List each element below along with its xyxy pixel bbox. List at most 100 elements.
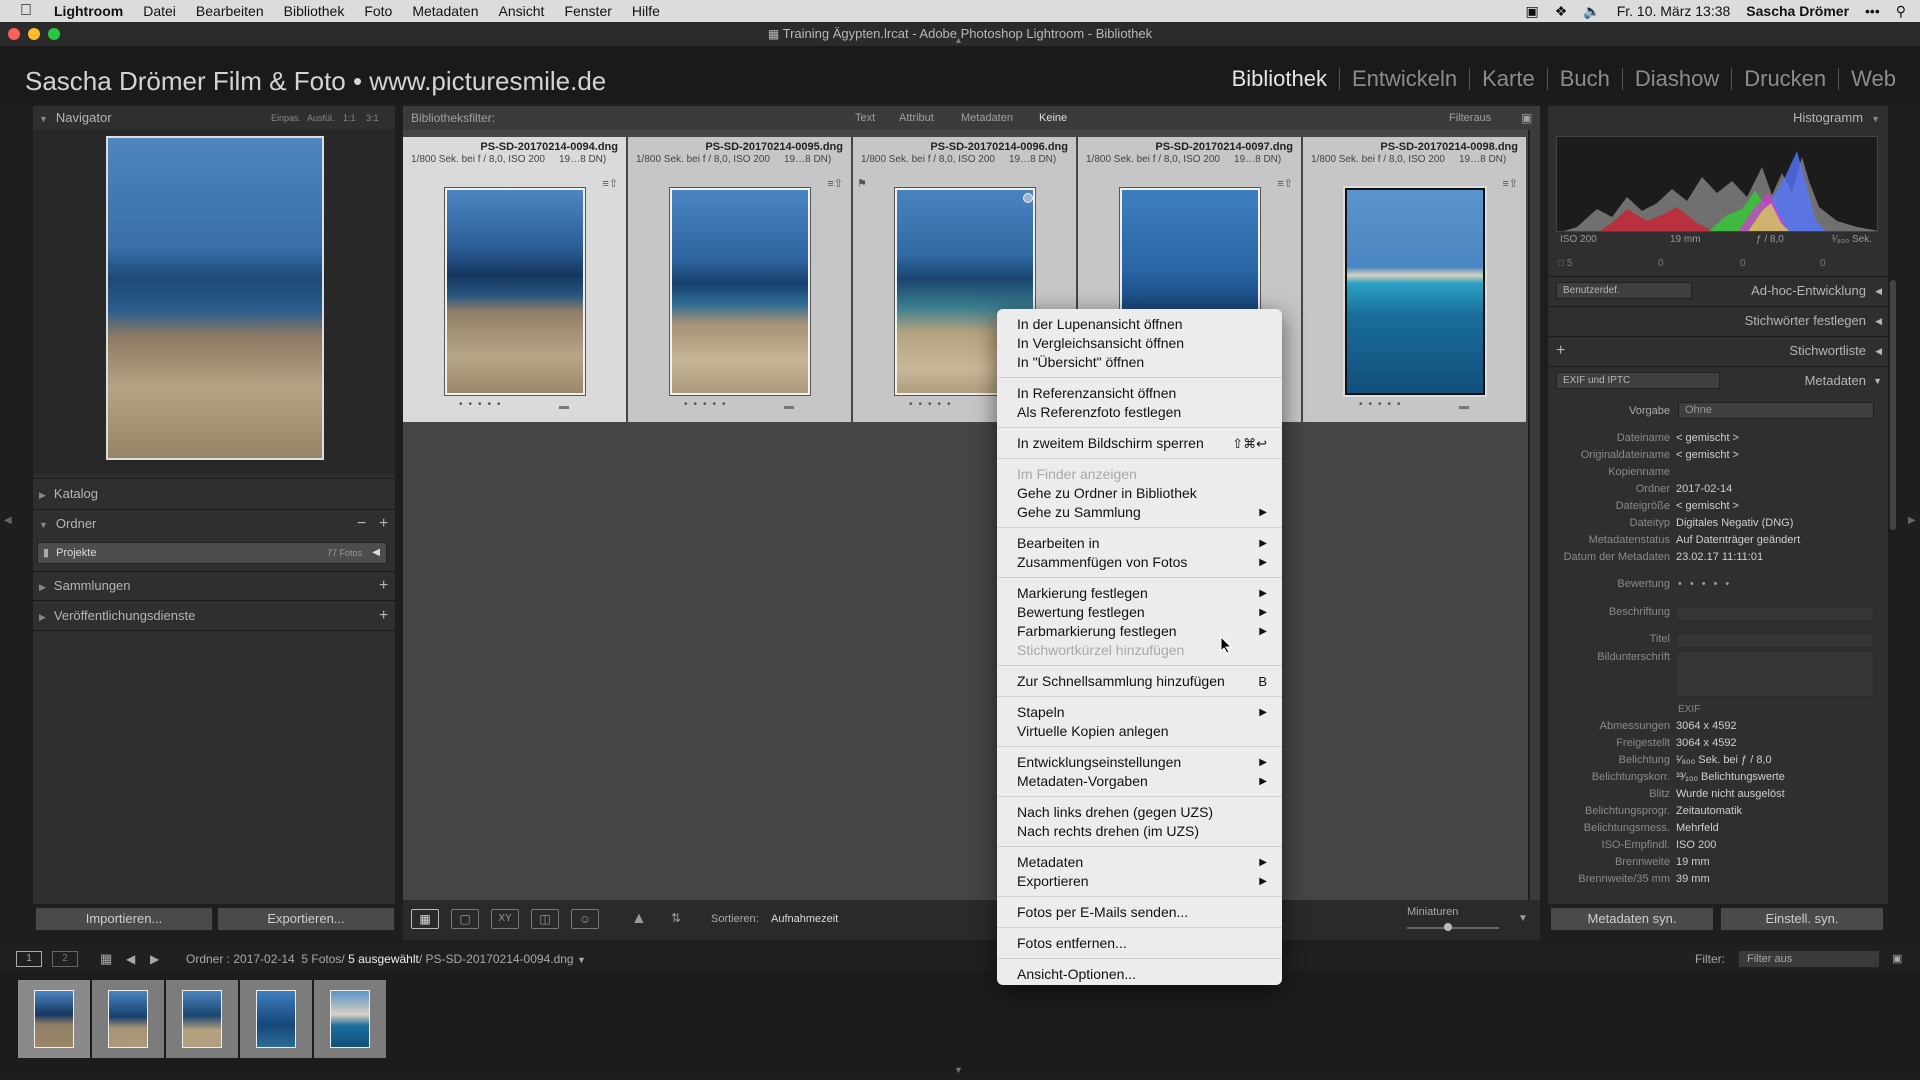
subtitle-field[interactable] [1676,651,1874,697]
filmstrip-thumbnail[interactable] [182,990,222,1048]
context-menu-item[interactable]: In Referenzansicht öffnen [1017,384,1267,403]
navigator-preview[interactable] [106,136,324,460]
context-menu-item[interactable]: Gehe zu Ordner in Bibliothek [1017,484,1267,503]
context-menu-item[interactable]: In der Lupenansicht öffnen [1017,315,1267,334]
sync-metadata-button[interactable]: Metadaten syn. [1550,907,1714,931]
rating-dots[interactable]: ••••• [1359,399,1407,410]
module-bibliothek[interactable]: Bibliothek [1220,68,1340,90]
lock-icon[interactable]: ▣ [1521,106,1532,130]
context-menu-item[interactable]: Ansicht-Optionen... [1017,965,1267,984]
metadata-value[interactable]: Auf Datenträger geändert [1676,534,1800,546]
module-entwickeln[interactable]: Entwickeln [1340,68,1471,90]
filter-text[interactable]: Text [855,106,875,130]
katalog-header[interactable]: ▶ Katalog [39,482,395,506]
module-drucken[interactable]: Drucken [1732,68,1840,90]
filmstrip-cell[interactable] [314,980,386,1058]
add-collection-icon[interactable]: + [379,574,388,598]
filmstrip-thumbnail[interactable] [34,990,74,1048]
survey-view-icon[interactable]: ◫ [531,909,559,929]
user-name[interactable]: Sascha Drömer [1746,3,1849,19]
screen1-button[interactable]: 1 [16,951,42,967]
metadata-badge-icon[interactable]: ≡⇧ [1502,177,1518,190]
context-menu-item[interactable]: In Vergleichsansicht öffnen [1017,334,1267,353]
metadata-value[interactable]: < gemischt > [1676,432,1739,444]
context-menu-item[interactable]: Metadaten-Vorgaben ▶ [1017,772,1267,791]
context-menu-item[interactable]: In "Übersicht" öffnen [1017,353,1267,372]
dropbox-icon[interactable]: ❖ [1555,3,1568,20]
filter-lock-icon[interactable]: ▣ [1892,946,1902,972]
forward-icon[interactable]: ▶ [150,946,159,972]
metadata-value[interactable]: Digitales Negativ (DNG) [1676,517,1793,529]
menu-bibliothek[interactable]: Bibliothek [284,3,345,19]
quick-develop-header[interactable]: Benutzerdef. Ad-hoc-Entwicklung ◀ [1548,279,1888,303]
collapse-top-icon[interactable]: ▲ [954,36,963,45]
zoom-window-button[interactable] [48,28,60,40]
context-menu-item[interactable]: Zur Schnellsammlung hinzufügen B [1017,672,1267,691]
color-label-icon[interactable]: ▬ [559,401,569,412]
spray-can-icon[interactable]: ▲ [631,910,647,928]
context-menu-item[interactable]: Nach rechts drehen (im UZS) [1017,822,1267,841]
collapse-left-icon[interactable]: ◀ [4,515,12,526]
metadata-badge-icon[interactable]: ≡⇧ [602,177,618,190]
menu-fenster[interactable]: Fenster [564,3,611,19]
filter-attribut[interactable]: Attribut [899,106,934,130]
rating-dots[interactable]: ••••• [909,399,957,410]
filmstrip-thumbnail[interactable] [330,990,370,1048]
identity-plate[interactable]: Sascha Drömer Film & Foto • www.pictures… [25,66,606,97]
menu-hilfe[interactable]: Hilfe [632,3,660,19]
filmstrip-thumbnail[interactable] [256,990,296,1048]
screen2-button[interactable]: 2 [52,951,78,967]
zoom-fit[interactable]: Einpas. [271,106,301,130]
filmstrip-cell[interactable] [92,980,164,1058]
zoom-fill[interactable]: Ausfül. [307,106,335,130]
slider-knob[interactable] [1444,923,1453,931]
menu-metadaten[interactable]: Metadaten [412,3,478,19]
color-label-icon[interactable]: ▬ [784,401,794,412]
dienste-header[interactable]: ▶ Veröffentlichungsdienste + [39,604,395,628]
context-menu-item[interactable]: Fotos per E-Mails senden... [1017,903,1267,922]
export-button[interactable]: Exportieren... [217,907,395,931]
add-service-icon[interactable]: + [379,604,388,628]
photo-thumbnail[interactable] [669,187,811,396]
sync-settings-button[interactable]: Einstell. syn. [1720,907,1884,931]
context-menu-item[interactable]: Fotos entfernen... [1017,934,1267,953]
selection-circle-icon[interactable] [1023,193,1033,203]
filmstrip-cell[interactable] [166,980,238,1058]
sort-direction-icon[interactable]: ⇅ [671,911,681,925]
close-window-button[interactable] [8,28,20,40]
context-menu-item[interactable]: Als Referenzfoto festlegen [1017,403,1267,422]
filmstrip-thumbnail[interactable] [108,990,148,1048]
minimize-window-button[interactable] [28,28,40,40]
remove-folder-icon[interactable]: − [357,512,366,536]
title-field[interactable] [1676,633,1874,648]
rating-dots[interactable]: ••••• [684,399,732,410]
screen-icon[interactable]: ▣ [1525,3,1538,20]
more-icon[interactable]: ••• [1865,3,1880,19]
metadata-value[interactable]: < gemischt > [1676,500,1739,512]
context-menu-item[interactable]: Entwicklungseinstellungen ▶ [1017,753,1267,772]
metadata-badge-icon[interactable]: ≡⇧ [1277,177,1293,190]
color-label-icon[interactable]: ▬ [1459,401,1469,412]
histogram-header[interactable]: Histogramm ▼ [1548,106,1888,130]
rating-dots[interactable]: ••••• [1678,578,1737,590]
context-menu-item[interactable]: In zweitem Bildschirm sperren ⇧⌘↩ [1017,434,1267,453]
sort-value[interactable]: Aufnahmezeit [771,913,838,925]
collapse-bottom-icon[interactable]: ▼ [954,1066,963,1075]
menu-ansicht[interactable]: Ansicht [499,3,545,19]
metadata-set-select[interactable]: EXIF und IPTC [1556,372,1720,389]
context-menu-item[interactable]: Metadaten ▶ [1017,853,1267,872]
spotlight-icon[interactable]: ⚲ [1896,3,1906,20]
right-scrollbar[interactable] [1890,280,1896,530]
rating-dots[interactable]: ••••• [459,399,507,410]
menu-datei[interactable]: Datei [143,3,176,19]
compare-view-icon[interactable]: XY [491,909,519,929]
apple-icon[interactable]:  [20,2,42,20]
filmstrip-cell[interactable] [240,980,312,1058]
photo-thumbnail[interactable] [1343,186,1487,397]
filter-metadaten[interactable]: Metadaten [961,106,1013,130]
grid-cell[interactable]: PS-SD-20170214-0098.dng 1/800 Sek. bei f… [1303,137,1526,422]
grid-view-icon[interactable]: ▦ [411,909,439,929]
context-menu-item[interactable]: Gehe zu Sammlung ▶ [1017,503,1267,522]
flag-icon[interactable]: ⚑ [857,177,867,190]
filter-preset[interactable]: Filteraus [1449,106,1491,130]
